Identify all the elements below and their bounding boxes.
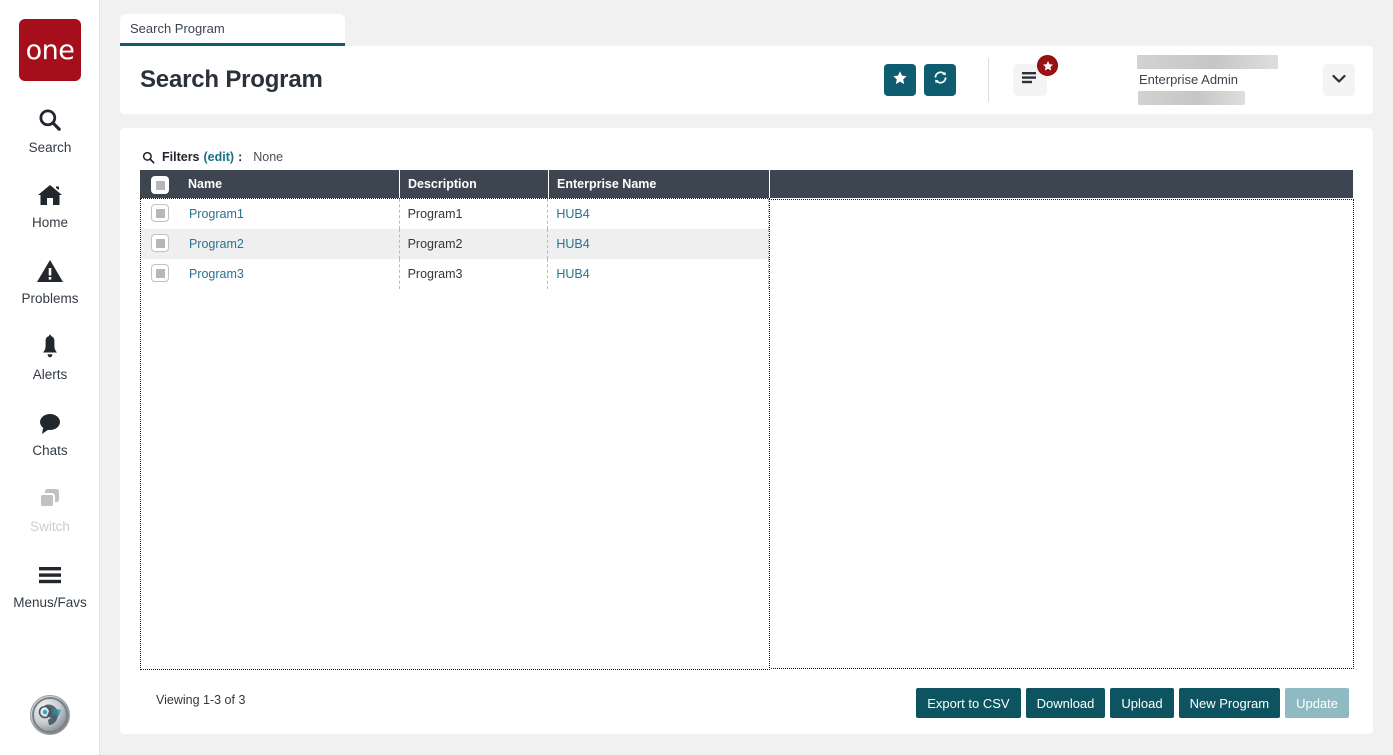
sidebar-item-home[interactable]: Home [0, 178, 100, 230]
row-checkbox[interactable] [151, 264, 169, 282]
left-sidebar: one Search Home Problems Alerts Chats Sw… [0, 0, 100, 755]
download-button[interactable]: Download [1025, 688, 1106, 718]
chevron-down-icon [1332, 71, 1346, 89]
search-icon [37, 103, 63, 137]
filters-colon: : [238, 150, 243, 164]
warning-icon [36, 254, 64, 288]
new-program-button[interactable]: New Program [1178, 688, 1281, 718]
cell-name[interactable]: Program1 [181, 199, 400, 229]
checkbox-fill [155, 268, 165, 278]
sidebar-item-label: Switch [30, 519, 70, 534]
user-role: Enterprise Admin [1139, 72, 1238, 87]
hamburger-menu-icon [1021, 70, 1039, 90]
row-checkbox[interactable] [151, 204, 169, 222]
sidebar-item-switch[interactable]: Switch [0, 482, 100, 534]
magnifier-icon [142, 151, 155, 164]
user-menu-toggle[interactable] [1323, 64, 1355, 96]
brand-logo[interactable]: one [19, 19, 81, 81]
cell-enterprise-name[interactable]: HUB4 [548, 199, 769, 229]
bell-icon [37, 330, 63, 364]
user-name-redacted [1137, 55, 1278, 69]
cell-description: Program2 [400, 229, 549, 259]
favorite-button[interactable] [884, 64, 916, 96]
star-badge-icon [1037, 55, 1058, 76]
checkbox-fill [155, 238, 165, 248]
cell-enterprise-name[interactable]: HUB4 [548, 229, 769, 259]
column-header-filler [770, 170, 1353, 198]
user-info[interactable]: Enterprise Admin [1137, 55, 1287, 105]
column-header-description[interactable]: Description [400, 170, 549, 198]
avatar[interactable] [30, 695, 70, 735]
refresh-button[interactable] [924, 64, 956, 96]
export-to-csv-button[interactable]: Export to CSV [916, 688, 1021, 718]
sidebar-item-label: Alerts [32, 367, 68, 382]
filters-label: Filters [162, 150, 200, 164]
header-divider [988, 58, 989, 102]
tab-search-program[interactable]: Search Program [120, 14, 345, 46]
upload-button[interactable]: Upload [1110, 688, 1174, 718]
table-header-row: Name Description Enterprise Name [140, 170, 1353, 198]
cell-enterprise-name[interactable]: HUB4 [548, 259, 769, 289]
select-all-checkbox[interactable] [151, 176, 169, 194]
brand-logo-text: one [25, 34, 75, 66]
cell-description: Program1 [400, 199, 549, 229]
sidebar-item-search[interactable]: Search [0, 103, 100, 155]
content-panel: Filters (edit) : None Name Description E… [120, 128, 1373, 734]
sidebar-item-chats[interactable]: Chats [0, 406, 100, 458]
table-body-tail [771, 199, 1354, 669]
column-header-enterprise-name[interactable]: Enterprise Name [549, 170, 770, 198]
star-icon [892, 70, 908, 91]
sidebar-item-problems[interactable]: Problems [0, 254, 100, 306]
select-all-checkbox-wrap [140, 170, 180, 200]
header-panel: Search Program Enterprise Admin [120, 46, 1373, 114]
chat-icon [36, 406, 64, 440]
sidebar-item-label: Search [28, 140, 72, 155]
sidebar-item-menus-favs[interactable]: Menus/Favs [0, 558, 100, 610]
row-checkbox-column [140, 198, 180, 288]
table-row[interactable]: Program1 Program1 HUB4 [141, 199, 769, 229]
viewing-count: Viewing 1-3 of 3 [156, 693, 246, 707]
sidebar-item-label: Chats [32, 443, 68, 458]
row-checkbox[interactable] [151, 234, 169, 252]
checkbox-fill [155, 208, 165, 218]
results-table: Name Description Enterprise Name Program… [140, 170, 1354, 670]
table-body: Program1 Program1 HUB4 Program2 Program2… [140, 198, 1354, 670]
filters-bar: Filters (edit) : None [142, 150, 283, 164]
update-button[interactable]: Update [1285, 688, 1349, 718]
checkbox-fill [155, 180, 165, 190]
user-org-redacted [1138, 91, 1245, 105]
sidebar-item-label: Problems [21, 291, 79, 306]
sidebar-item-label: Menus/Favs [13, 595, 87, 610]
tab-label: Search Program [130, 21, 225, 36]
hamburger-icon [36, 558, 64, 592]
row-checkbox-wrap [140, 198, 180, 228]
page-title: Search Program [140, 66, 323, 93]
sidebar-item-alerts[interactable]: Alerts [0, 330, 100, 382]
filters-edit-link[interactable]: (edit) [204, 150, 235, 164]
cell-name[interactable]: Program2 [181, 229, 400, 259]
column-header-name[interactable]: Name [180, 170, 400, 198]
footer-actions: Export to CSV Download Upload New Progra… [916, 688, 1349, 718]
cell-description: Program3 [400, 259, 549, 289]
table-row[interactable]: Program3 Program3 HUB4 [141, 259, 769, 289]
cell-name[interactable]: Program3 [181, 259, 400, 289]
menu-button[interactable] [1013, 55, 1058, 96]
filters-value: None [253, 150, 284, 164]
sidebar-item-label: Home [31, 215, 68, 230]
switch-icon [36, 482, 64, 516]
row-checkbox-wrap [140, 258, 180, 288]
row-checkbox-wrap [140, 228, 180, 258]
home-icon [36, 178, 64, 212]
header-actions: Enterprise Admin [876, 46, 1373, 114]
refresh-icon [932, 69, 949, 91]
table-row[interactable]: Program2 Program2 HUB4 [141, 229, 769, 259]
